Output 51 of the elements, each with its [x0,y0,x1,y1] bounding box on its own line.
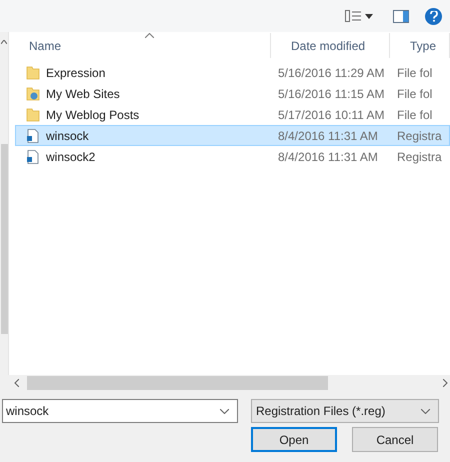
dialog-button[interactable]: Open [251,427,337,452]
caret-icon [365,14,373,18]
file-name: My Web Sites [46,86,120,102]
column-header[interactable]: Name [9,33,271,58]
chevron-down-icon [220,408,229,414]
registry-file-icon [26,150,40,164]
file-name-field[interactable]: winsock [2,399,238,423]
column-label: Name [29,38,62,54]
file-name: Expression [46,64,106,82]
scroll-up-icon [1,40,7,44]
file-row[interactable]: My Web Sites 5/16/2016 11:15 AM File fol [15,83,450,104]
folder-icon [26,66,40,80]
file-row[interactable]: winsock 8/4/2016 11:31 AM Registra [15,125,450,146]
type-cell-text: File fol [396,64,432,82]
file-name: winsock2 [46,148,96,166]
file-name: My Weblog Posts [46,106,140,124]
type-cell-text: Registra [396,128,442,144]
scroll-right-icon [443,379,448,387]
chevron-down-icon [421,408,430,414]
column-label: Date modified [291,38,366,54]
file-name-value: winsock [6,403,49,420]
type-cell-text: Registra [396,148,442,166]
list-view-icon [345,10,361,22]
scroll-left-icon [14,379,19,387]
column-header[interactable]: Type [390,33,450,58]
help-icon [430,10,438,22]
navigation-scrollbar[interactable] [0,32,9,375]
file-type-dropdown[interactable]: Registration Files (*.reg) [251,399,439,423]
dialog-button[interactable]: Cancel [352,427,438,452]
scroll-thumb[interactable] [27,376,328,390]
help-button[interactable] [425,8,442,24]
date-cell-text: 8/4/2016 11:31 AM [277,148,379,166]
date-cell-text: 5/17/2016 10:11 AM [277,106,386,124]
date-cell-text: 5/16/2016 11:15 AM [277,86,386,102]
file-row[interactable]: winsock2 8/4/2016 11:31 AM Registra [15,146,450,167]
file-row[interactable]: My Weblog Posts 5/17/2016 10:11 AM File fol [15,104,450,125]
sort-ascending-icon [144,33,154,38]
file-type-value: Registration Files (*.reg) [256,403,386,420]
type-cell-text: File fol [396,86,432,102]
date-cell-text: 5/16/2016 11:29 AM [277,64,386,82]
file-name: winsock [46,128,89,144]
scroll-thumb[interactable] [0,144,8,334]
file-row[interactable]: Expression 5/16/2016 11:29 AM File fol [15,62,450,83]
folder-globe-icon [26,86,40,100]
folder-icon [26,108,40,122]
column-header[interactable]: Date modified [271,33,390,58]
column-label: Type [410,38,436,54]
date-cell-text: 8/4/2016 11:31 AM [277,128,379,144]
preview-pane-icon [393,10,409,22]
registry-file-icon [26,128,40,142]
type-cell-text: File fol [396,106,432,124]
